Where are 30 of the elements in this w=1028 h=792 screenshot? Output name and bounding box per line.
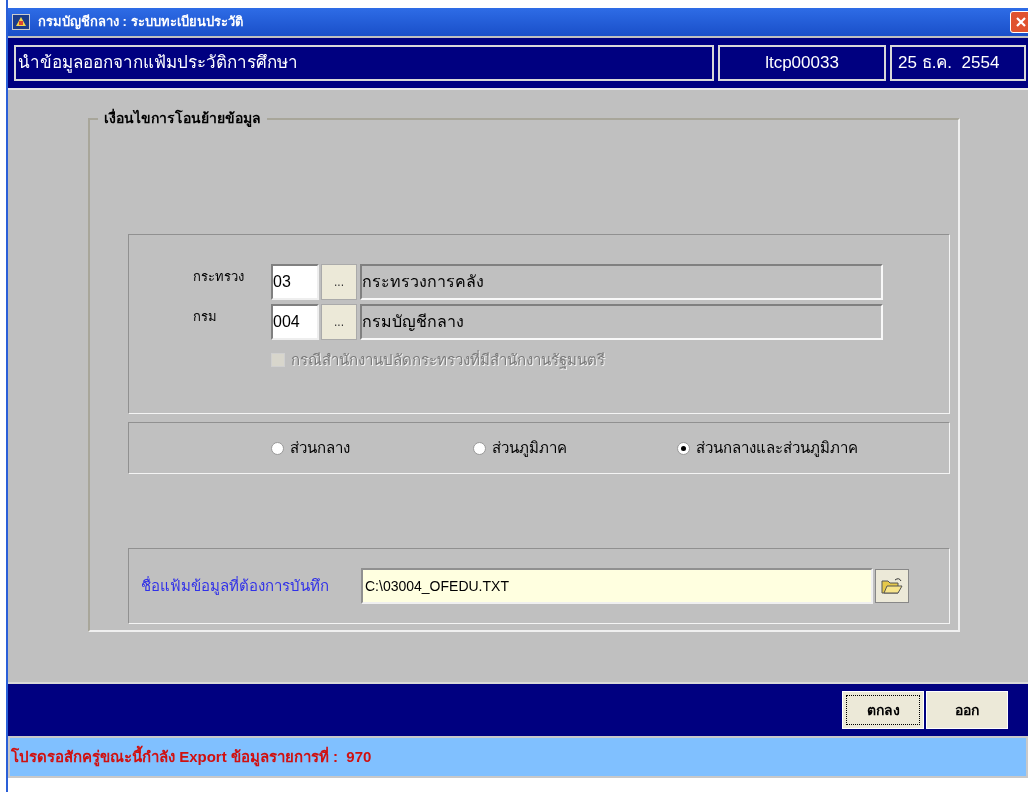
file-label: ชื่อแฟ้มข้อมูลที่ต้องการบันทึก — [141, 575, 330, 597]
radio-label: ส่วนกลาง — [290, 437, 350, 458]
code-field[interactable]: 03 — [271, 264, 319, 300]
radio-button[interactable] — [271, 441, 284, 455]
group-legend: เงื่อนไขการโอนย้ายข้อมูล — [98, 108, 267, 129]
page-title: นำข้อมูลออกจากแฟ้มประวัติการศึกษา — [14, 45, 714, 81]
date-label: 25 ธ.ค. 2554 — [890, 45, 1026, 81]
user-code: ltcp00033 — [718, 45, 886, 81]
window-title: กรมบัญชีกลาง : ระบบทะเบียนประวัติ — [38, 13, 244, 32]
app-icon — [12, 14, 30, 30]
code-field[interactable]: 004 — [271, 304, 319, 340]
dialog-button[interactable]: ออก — [926, 691, 1008, 729]
name-field: กระทรวงการคลัง — [360, 264, 883, 300]
dialog-button[interactable]: ตกลง — [842, 691, 924, 729]
field-label: กรม — [193, 308, 218, 326]
close-icon — [1015, 16, 1027, 28]
radio-button[interactable] — [473, 441, 486, 455]
radio-button[interactable] — [677, 441, 690, 455]
folder-icon — [881, 577, 903, 595]
browse-button[interactable]: ... — [321, 304, 357, 340]
checkbox-label: กรณีสำนักงานปลัดกระทรวงที่มีสำนักงานรัฐมนตรี — [291, 349, 605, 371]
browse-button[interactable]: ... — [321, 264, 357, 300]
folder-button[interactable] — [875, 569, 909, 603]
file-path-field[interactable]: C:\03004_OFEDU.TXT — [361, 568, 873, 604]
status-bar: โปรดรอสักครู่ขณะนี้กำลัง Export ข้อมูลรายการที่ : 970 — [8, 736, 1028, 778]
field-label: กระทรวง — [193, 268, 245, 286]
radio-label: ส่วนกลางและส่วนภูมิภาค — [696, 437, 858, 459]
radio-label: ส่วนภูมิภาค — [492, 437, 567, 459]
close-button[interactable] — [1010, 11, 1028, 33]
name-field: กรมบัญชีกลาง — [360, 304, 883, 340]
